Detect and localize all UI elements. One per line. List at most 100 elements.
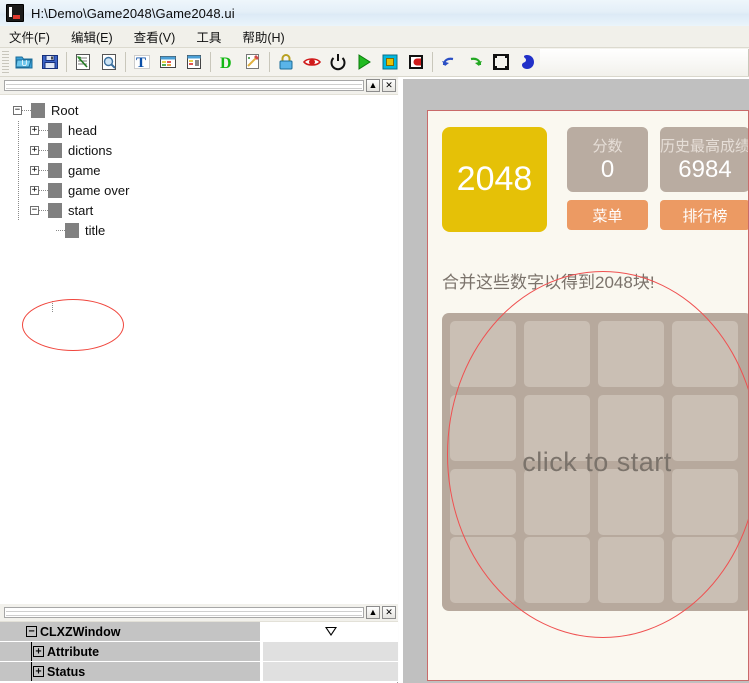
score-value-current: 0 xyxy=(600,155,615,183)
toolbar: U T D xyxy=(0,48,749,77)
menu-bar: 文件(F) 编辑(E) 查看(V) 工具 帮助(H) xyxy=(0,26,749,48)
select-frame-icon[interactable] xyxy=(488,49,514,75)
property-row-status[interactable]: + Status xyxy=(0,662,398,682)
tree-node-icon xyxy=(48,162,62,178)
instruction-text: 合并这些数字以得到2048块! xyxy=(442,273,655,292)
tree-expander-game[interactable]: + xyxy=(30,165,39,175)
logo-tile-2048: 2048 xyxy=(442,127,547,232)
property-name-cell[interactable]: + Attribute xyxy=(0,642,262,661)
tree-node-icon xyxy=(48,142,62,158)
red-ellipse-tree-highlight xyxy=(22,299,124,351)
game-board[interactable]: click to start xyxy=(442,313,748,611)
tree-expander-dictions[interactable]: + xyxy=(30,145,39,155)
tree-node-game-over[interactable]: + game over xyxy=(0,180,398,200)
tree-node-game[interactable]: + game xyxy=(0,160,398,180)
stop-square-icon[interactable] xyxy=(377,49,403,75)
toolbar-separator xyxy=(210,52,211,72)
tree-expander-root[interactable]: − xyxy=(13,105,22,115)
tree-node-dictions[interactable]: + dictions xyxy=(0,140,398,160)
toolbar-separator xyxy=(432,52,433,72)
text-tool-icon[interactable]: T xyxy=(129,49,155,75)
tree-connector-dots xyxy=(22,109,31,111)
click-to-start-overlay[interactable]: click to start xyxy=(442,313,748,611)
paint-blob-icon[interactable] xyxy=(514,49,540,75)
tree-node-root[interactable]: − Root xyxy=(0,100,398,120)
property-close-button[interactable]: ✕ xyxy=(382,606,396,619)
dropdown-triangle-icon[interactable] xyxy=(324,627,337,636)
property-expander-status[interactable]: + xyxy=(33,666,44,677)
tree-connector-dots xyxy=(39,149,48,151)
property-scrollbar-row: ▲ ✕ xyxy=(0,604,398,622)
tree-connector-start xyxy=(52,301,53,313)
power-icon[interactable] xyxy=(325,49,351,75)
menu-view[interactable]: 查看(V) xyxy=(132,26,178,47)
record-icon[interactable] xyxy=(403,49,429,75)
menu-edit[interactable]: 编辑(E) xyxy=(69,26,115,47)
property-grid[interactable]: − CLXZWindow + Attribute + Status xyxy=(0,622,398,683)
property-value-cell[interactable] xyxy=(262,662,398,681)
undo-icon[interactable] xyxy=(436,49,462,75)
property-pane: ▲ ✕ − CLXZWindow + Attribute + Status xyxy=(0,604,398,683)
menu-button[interactable]: 菜单 xyxy=(567,200,648,230)
lock-icon[interactable] xyxy=(273,49,299,75)
table-grid-icon[interactable] xyxy=(155,49,181,75)
menu-file[interactable]: 文件(F) xyxy=(7,26,52,47)
toolbar-separator xyxy=(125,52,126,72)
tree-expander-game-over[interactable]: + xyxy=(30,185,39,195)
score-box-best: 历史最高成绩 6984 xyxy=(660,127,749,192)
property-value-cell[interactable] xyxy=(262,622,398,641)
open-folder-icon[interactable]: U xyxy=(11,49,37,75)
redo-icon[interactable] xyxy=(462,49,488,75)
property-row-attribute[interactable]: + Attribute xyxy=(0,642,398,662)
letter-d-icon[interactable]: D xyxy=(214,49,240,75)
magic-wand-icon[interactable] xyxy=(240,49,266,75)
preview-search-icon[interactable] xyxy=(96,49,122,75)
run-play-icon[interactable] xyxy=(351,49,377,75)
game-preview-panel[interactable]: 2048 分数 0 历史最高成绩 6984 菜单 排行榜 合并这些数字以得到20… xyxy=(427,110,749,681)
toolbar-grip[interactable] xyxy=(2,51,9,73)
toolbar-separator xyxy=(269,52,270,72)
property-label-status: Status xyxy=(47,664,86,679)
tree-node-icon xyxy=(48,182,62,198)
tree-node-title[interactable]: title xyxy=(0,220,398,240)
tree-connector-dots xyxy=(39,209,48,211)
score-label-current: 分数 xyxy=(592,137,623,155)
import-document-icon[interactable] xyxy=(70,49,96,75)
property-scroll-up-button[interactable]: ▲ xyxy=(366,606,380,619)
property-row-clxzwindow[interactable]: − CLXZWindow xyxy=(0,622,398,642)
tree-scroll-up-button[interactable]: ▲ xyxy=(366,79,380,92)
menu-tools[interactable]: 工具 xyxy=(194,26,223,47)
score-box-current: 分数 0 xyxy=(567,127,648,192)
tree-label-head: head xyxy=(68,122,97,138)
tree-close-button[interactable]: ✕ xyxy=(382,79,396,92)
property-horizontal-scrollbar[interactable] xyxy=(4,607,364,618)
property-label-attribute: Attribute xyxy=(47,644,100,659)
tree-label-start: start xyxy=(68,202,94,218)
object-tree[interactable]: − Root + head + dictions + game + game o… xyxy=(0,95,398,604)
property-name-cell[interactable]: − CLXZWindow xyxy=(0,622,262,641)
eye-icon[interactable] xyxy=(299,49,325,75)
save-icon[interactable] xyxy=(37,49,63,75)
property-expander-attribute[interactable]: + xyxy=(33,646,44,657)
property-value-cell[interactable] xyxy=(262,642,398,661)
list-panel-icon[interactable] xyxy=(181,49,207,75)
tree-connector-dots xyxy=(39,169,48,171)
tree-expander-head[interactable]: + xyxy=(30,125,39,135)
score-label-best: 历史最高成绩 xyxy=(660,137,749,155)
tree-node-icon xyxy=(31,102,45,118)
tree-expander-start[interactable]: − xyxy=(30,205,39,215)
property-name-cell[interactable]: + Status xyxy=(0,662,262,681)
tree-node-start[interactable]: − start xyxy=(0,200,398,220)
property-label-clxzwindow: CLXZWindow xyxy=(40,624,121,639)
leaderboard-button[interactable]: 排行榜 xyxy=(660,200,748,230)
tree-connector-dots xyxy=(56,229,65,231)
object-tree-pane: ▲ ✕ − Root + head + dictions + game + ga… xyxy=(0,77,398,604)
tree-node-icon xyxy=(48,122,62,138)
toolbar-separator xyxy=(66,52,67,72)
menu-help[interactable]: 帮助(H) xyxy=(240,26,286,47)
property-expander-clxzwindow[interactable]: − xyxy=(26,626,37,637)
tree-connector-dots xyxy=(39,189,48,191)
score-value-best: 6984 xyxy=(678,155,732,183)
tree-node-head[interactable]: + head xyxy=(0,120,398,140)
tree-horizontal-scrollbar[interactable] xyxy=(4,80,364,91)
